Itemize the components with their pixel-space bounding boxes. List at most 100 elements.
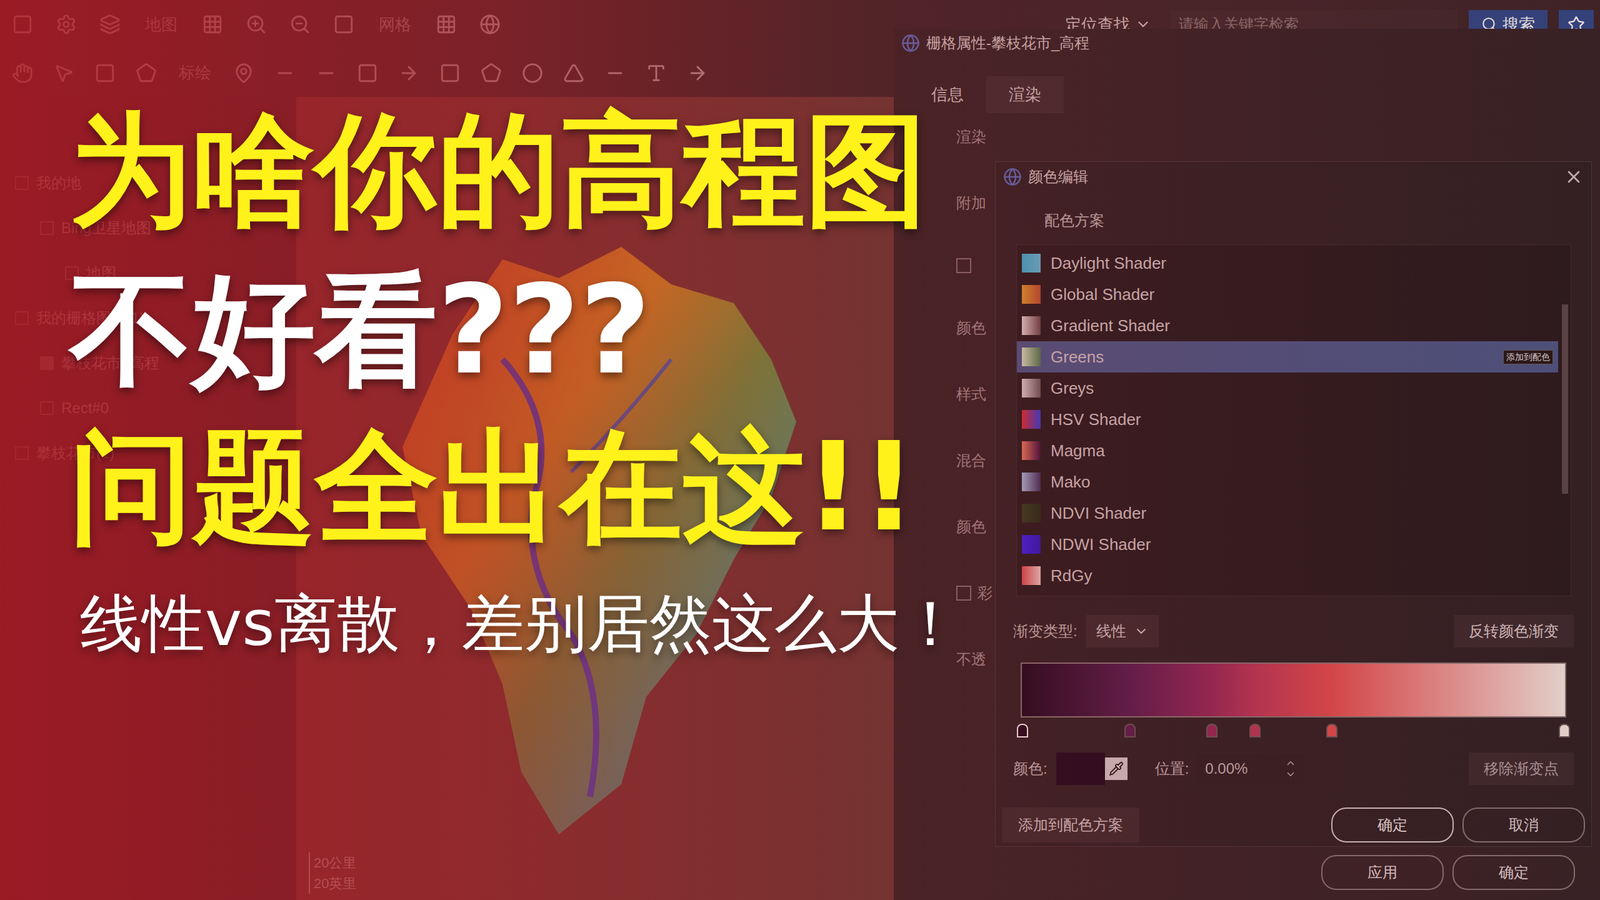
headline-line-3: 问题全出在这!! bbox=[70, 420, 962, 555]
dialog-button[interactable]: 应用 bbox=[1321, 855, 1444, 890]
polyline-icon[interactable] bbox=[310, 56, 343, 90]
gradient-editor bbox=[1020, 662, 1567, 740]
gear-icon[interactable] bbox=[50, 8, 83, 41]
scheme-item[interactable]: Gradient Shader bbox=[1016, 310, 1559, 342]
stop-settings-row: 颜色: 位置: 0.00% 移除渐变点 bbox=[995, 752, 1592, 785]
scheme-item[interactable]: Daylight Shader bbox=[1016, 247, 1559, 279]
scale-label: 20英里 bbox=[313, 873, 357, 894]
extent-icon[interactable] bbox=[327, 8, 360, 41]
scheme-item[interactable]: Greys bbox=[1016, 372, 1559, 404]
gradient-stop[interactable] bbox=[1558, 723, 1570, 738]
gradient-type-select[interactable]: 线性 bbox=[1086, 615, 1159, 648]
select-icon[interactable] bbox=[88, 56, 122, 90]
scheme-item[interactable]: HSV Shader bbox=[1016, 403, 1559, 435]
scheme-item[interactable]: NDWI Shader bbox=[1016, 528, 1559, 560]
headline-line-2: 不好看??? bbox=[70, 263, 962, 399]
pointer-icon[interactable] bbox=[47, 56, 80, 90]
rectangle-icon[interactable] bbox=[351, 56, 384, 90]
app-screen: 地图网格定位查找请输入关键字检索搜索标绘我的地Bing卫星地图地图_我的栅格图层… bbox=[0, 0, 1600, 900]
editor-title-bar: 颜色编辑 bbox=[995, 161, 1592, 192]
zoom-out-icon[interactable] bbox=[283, 8, 317, 41]
square-icon[interactable] bbox=[433, 56, 467, 90]
gradient-bar[interactable] bbox=[1020, 662, 1567, 718]
shape-icon[interactable] bbox=[130, 56, 163, 90]
list-scrollbar[interactable] bbox=[1561, 304, 1569, 494]
layer-checkbox[interactable] bbox=[40, 356, 54, 370]
scheme-item[interactable]: NDVI Shader bbox=[1016, 497, 1559, 529]
scheme-swatch bbox=[1021, 566, 1041, 585]
decrement-icon[interactable] bbox=[1285, 768, 1297, 780]
grid-icon[interactable] bbox=[430, 8, 463, 41]
increment-icon[interactable] bbox=[1285, 757, 1297, 769]
layer-checkbox[interactable] bbox=[40, 401, 54, 415]
color-label: 颜色: bbox=[1013, 757, 1048, 780]
pentagon-icon[interactable] bbox=[475, 56, 508, 90]
scale-bar: 20公里20英里 bbox=[308, 852, 357, 894]
scheme-item[interactable]: Mako bbox=[1016, 466, 1559, 498]
pin-icon[interactable] bbox=[227, 56, 260, 90]
cancel-button[interactable]: 取消 bbox=[1462, 807, 1585, 843]
gradient-stop[interactable] bbox=[1249, 723, 1261, 738]
gradient-stops bbox=[1020, 717, 1567, 740]
measure-icon[interactable] bbox=[598, 56, 632, 90]
eyedropper-icon bbox=[1108, 761, 1124, 777]
triangle-icon[interactable] bbox=[557, 56, 590, 90]
tab[interactable]: 渲染 bbox=[986, 76, 1064, 114]
scheme-swatch bbox=[1021, 378, 1041, 398]
grid-icon[interactable] bbox=[196, 8, 229, 41]
arrow-icon[interactable] bbox=[392, 56, 425, 90]
remove-stop-button[interactable]: 移除渐变点 bbox=[1468, 752, 1574, 785]
scheme-swatch bbox=[1021, 441, 1041, 460]
layers-icon[interactable] bbox=[93, 8, 127, 41]
setting-row: 渲染 bbox=[956, 125, 1600, 149]
line-icon[interactable] bbox=[268, 56, 302, 90]
dialog-button[interactable]: 确定 bbox=[1452, 855, 1575, 890]
arrow-right-icon[interactable] bbox=[681, 56, 714, 90]
chevron-down-icon bbox=[1133, 623, 1149, 639]
layer-checkbox[interactable] bbox=[15, 446, 29, 460]
position-input[interactable]: 0.00% bbox=[1197, 753, 1304, 784]
color-swatch[interactable] bbox=[1056, 752, 1105, 785]
gradient-stop[interactable] bbox=[1124, 723, 1136, 738]
close-icon[interactable] bbox=[1563, 166, 1584, 187]
globe-icon[interactable] bbox=[473, 8, 507, 41]
scheme-item[interactable]: Global Shader bbox=[1016, 278, 1559, 310]
gradient-stop[interactable] bbox=[1326, 723, 1338, 738]
scale-label: 20公里 bbox=[313, 852, 357, 874]
gradient-type-row: 渐变类型: 线性 反转颜色渐变 bbox=[995, 615, 1592, 648]
eyedropper-button[interactable] bbox=[1105, 757, 1128, 780]
scheme-swatch bbox=[1021, 410, 1041, 429]
layer-checkbox[interactable] bbox=[15, 176, 29, 190]
gradient-type-label: 渐变类型: bbox=[1013, 620, 1078, 643]
headline-line-1: 为啥你的高程图 bbox=[70, 103, 962, 239]
add-scheme-button[interactable]: 添加到配色方案 bbox=[1001, 807, 1140, 843]
toolbar-label[interactable]: 标绘 bbox=[171, 60, 219, 85]
ok-button[interactable]: 确定 bbox=[1331, 807, 1454, 843]
circle-icon[interactable] bbox=[516, 56, 549, 90]
layer-checkbox[interactable] bbox=[40, 221, 54, 235]
scheme-swatch bbox=[1021, 503, 1041, 523]
hand-icon[interactable] bbox=[6, 56, 39, 90]
scheme-swatch bbox=[1021, 253, 1041, 273]
file-icon[interactable] bbox=[6, 8, 39, 41]
gradient-stop[interactable] bbox=[1016, 723, 1029, 738]
scheme-swatch bbox=[1021, 472, 1041, 492]
toolbar-label[interactable]: 网格 bbox=[371, 12, 419, 37]
toolbar-label[interactable]: 地图 bbox=[137, 12, 185, 37]
reverse-gradient-button[interactable]: 反转颜色渐变 bbox=[1453, 615, 1574, 648]
layer-checkbox[interactable] bbox=[15, 311, 29, 325]
text-icon[interactable] bbox=[640, 56, 673, 90]
scheme-list: Daylight ShaderGlobal ShaderGradient Sha… bbox=[1016, 244, 1572, 597]
scheme-item[interactable]: Magma bbox=[1016, 435, 1559, 467]
app-logo-icon bbox=[1003, 167, 1022, 187]
zoom-in-icon[interactable] bbox=[240, 8, 273, 41]
setting-checkbox[interactable] bbox=[956, 258, 972, 274]
scheme-item[interactable]: RdGy bbox=[1016, 560, 1559, 592]
scheme-item[interactable]: Greens添加到配色 bbox=[1016, 341, 1559, 373]
scheme-swatch bbox=[1021, 316, 1041, 335]
gradient-stop[interactable] bbox=[1206, 723, 1218, 738]
position-label: 位置: bbox=[1155, 757, 1190, 780]
layer-item[interactable]: Rect#0 bbox=[15, 396, 282, 420]
dialog-title-bar: 栅格属性-攀枝花市_高程 bbox=[893, 28, 1600, 58]
scheme-swatch bbox=[1021, 535, 1041, 554]
